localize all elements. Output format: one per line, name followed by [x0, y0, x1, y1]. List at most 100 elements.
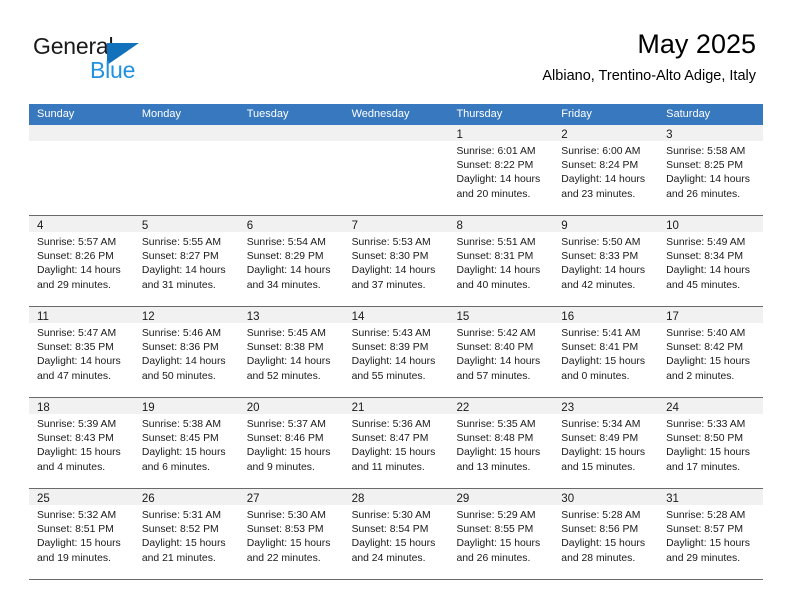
day-detail-line: Sunset: 8:40 PM	[456, 342, 534, 354]
day-detail-line: Daylight: 15 hours	[561, 447, 646, 459]
day-cell[interactable]: 23 Sunrise: 5:34 AM Sunset: 8:49 PM Dayligh…	[553, 398, 659, 488]
day-detail-line: Daylight: 14 hours	[141, 356, 226, 368]
weekday-header-thursday: Thursday	[456, 108, 503, 120]
day-number-band: 10	[658, 216, 764, 232]
day-detail-line: Sunrise: 5:46 AM	[141, 328, 221, 339]
day-cell[interactable]: 15 Sunrise: 5:42 AM Sunset: 8:40 PM Dayligh…	[448, 307, 554, 397]
day-number-band: 7	[343, 216, 449, 232]
day-number: 30	[561, 493, 575, 505]
day-details: Sunrise: 5:50 AM Sunset: 8:33 PM Daylight:…	[553, 232, 658, 293]
day-cell[interactable]: 20 Sunrise: 5:37 AM Sunset: 8:46 PM Dayligh…	[238, 398, 344, 488]
logo-text-general: General	[33, 33, 114, 59]
day-cell[interactable]: 1 Sunrise: 6:01 AM Sunset: 8:22 PM Daylight…	[448, 125, 554, 215]
day-detail-line: and 13 minutes.	[456, 461, 531, 473]
day-detail-line: Sunrise: 5:40 AM	[666, 328, 746, 339]
day-cell[interactable]: 11 Sunrise: 5:47 AM Sunset: 8:35 PM Dayligh…	[29, 307, 134, 397]
weekday-header-saturday: Saturday	[666, 108, 711, 120]
day-detail-line: Sunset: 8:31 PM	[456, 251, 534, 263]
weekday-header-friday: Friday	[561, 108, 592, 120]
day-detail-line: Sunset: 8:51 PM	[37, 524, 114, 536]
day-detail-line: Sunset: 8:33 PM	[561, 251, 639, 263]
day-number: 11	[37, 311, 49, 323]
day-cell[interactable]: 10 Sunrise: 5:49 AM Sunset: 8:34 PM Dayligh…	[658, 216, 764, 306]
day-number: 8	[456, 220, 463, 232]
day-cell[interactable]: 7 Sunrise: 5:53 AM Sunset: 8:30 PM Daylight…	[343, 216, 449, 306]
day-detail-line: and 22 minutes.	[246, 552, 321, 564]
day-cell[interactable]: 27 Sunrise: 5:30 AM Sunset: 8:53 PM Dayligh…	[238, 489, 344, 579]
day-cell[interactable]: 4 Sunrise: 5:57 AM Sunset: 8:26 PM Daylight…	[29, 216, 134, 306]
day-cell[interactable]: 3 Sunrise: 5:58 AM Sunset: 8:25 PM Daylight…	[658, 125, 764, 215]
day-detail-line: Sunset: 8:57 PM	[666, 524, 743, 536]
weekday-header-row: Sunday Monday Tuesday Wednesday Thursday Frid…	[29, 104, 763, 125]
day-detail-line: and 29 minutes.	[666, 552, 741, 564]
day-number: 12	[141, 311, 155, 323]
day-number: 1	[456, 129, 463, 141]
day-cell[interactable]: 21 Sunrise: 5:36 AM Sunset: 8:47 PM Dayligh…	[343, 398, 449, 488]
day-cell[interactable]: 30 Sunrise: 5:28 AM Sunset: 8:56 PM Dayligh…	[553, 489, 659, 579]
day-cell[interactable]: 26 Sunrise: 5:31 AM Sunset: 8:52 PM Dayligh…	[133, 489, 239, 579]
day-detail-line: and 55 minutes.	[351, 370, 426, 382]
day-cell[interactable]: 22 Sunrise: 5:35 AM Sunset: 8:48 PM Dayligh…	[448, 398, 554, 488]
day-cell[interactable]: 13 Sunrise: 5:45 AM Sunset: 8:38 PM Dayligh…	[238, 307, 344, 397]
day-details: Sunrise: 5:33 AM Sunset: 8:50 PM Daylight:…	[658, 414, 763, 475]
day-cell[interactable]: 18 Sunrise: 5:39 AM Sunset: 8:43 PM Dayligh…	[29, 398, 134, 488]
day-detail-line: Daylight: 15 hours	[561, 356, 646, 368]
day-number-band: 26	[133, 489, 239, 505]
day-cell[interactable]: 6 Sunrise: 5:54 AM Sunset: 8:29 PM Daylight…	[238, 216, 344, 306]
day-detail-line: Daylight: 15 hours	[141, 538, 226, 550]
day-details	[134, 141, 239, 145]
day-detail-line: Sunrise: 5:37 AM	[246, 419, 326, 430]
day-details	[344, 141, 449, 145]
day-number: 2	[561, 129, 568, 141]
day-number-band: 18	[29, 398, 134, 414]
day-detail-line: and 4 minutes.	[37, 461, 106, 473]
day-number-band: 5	[133, 216, 239, 232]
day-details: Sunrise: 5:57 AM Sunset: 8:26 PM Daylight:…	[29, 232, 134, 293]
day-detail-line: and 24 minutes.	[351, 552, 426, 564]
day-detail-line: Daylight: 15 hours	[666, 538, 750, 550]
day-cell[interactable]: 8 Sunrise: 5:51 AM Sunset: 8:31 PM Daylight…	[448, 216, 554, 306]
day-cell[interactable]: 25 Sunrise: 5:32 AM Sunset: 8:51 PM Dayligh…	[29, 489, 134, 579]
generalblue-logo[interactable]: General Blue	[33, 33, 163, 83]
day-detail-line: Sunrise: 5:55 AM	[141, 237, 221, 248]
day-cell[interactable]: 17 Sunrise: 5:40 AM Sunset: 8:42 PM Dayligh…	[658, 307, 764, 397]
day-detail-line: Sunset: 8:25 PM	[666, 160, 743, 172]
day-cell[interactable]: 31 Sunrise: 5:28 AM Sunset: 8:57 PM Dayligh…	[658, 489, 764, 579]
day-detail-line: Daylight: 15 hours	[561, 538, 646, 550]
day-number: 17	[666, 311, 679, 323]
day-detail-line: Sunrise: 5:34 AM	[561, 419, 641, 430]
day-number-band: 30	[553, 489, 659, 505]
day-details: Sunrise: 5:53 AM Sunset: 8:30 PM Daylight:…	[344, 232, 449, 293]
day-number: 28	[351, 493, 365, 505]
day-number-band: 14	[343, 307, 449, 323]
day-cell-empty	[133, 125, 239, 215]
day-detail-line: and 19 minutes.	[37, 552, 111, 564]
day-cell[interactable]: 5 Sunrise: 5:55 AM Sunset: 8:27 PM Daylight…	[133, 216, 239, 306]
day-number: 15	[456, 311, 470, 323]
day-cell[interactable]: 2 Sunrise: 6:00 AM Sunset: 8:24 PM Daylight…	[553, 125, 659, 215]
day-detail-line: Daylight: 14 hours	[37, 356, 121, 368]
day-detail-line: and 9 minutes.	[246, 461, 315, 473]
day-cell[interactable]: 29 Sunrise: 5:29 AM Sunset: 8:55 PM Dayligh…	[448, 489, 554, 579]
day-cell[interactable]: 19 Sunrise: 5:38 AM Sunset: 8:45 PM Dayligh…	[133, 398, 239, 488]
day-cell[interactable]: 14 Sunrise: 5:43 AM Sunset: 8:39 PM Dayligh…	[343, 307, 449, 397]
day-details: Sunrise: 5:42 AM Sunset: 8:40 PM Daylight:…	[448, 323, 553, 384]
day-cell[interactable]: 16 Sunrise: 5:41 AM Sunset: 8:41 PM Dayligh…	[553, 307, 659, 397]
day-cell[interactable]: 9 Sunrise: 5:50 AM Sunset: 8:33 PM Daylight…	[553, 216, 659, 306]
day-detail-line: and 40 minutes.	[456, 279, 531, 291]
day-detail-line: Daylight: 14 hours	[351, 356, 436, 368]
day-detail-line: Sunrise: 5:42 AM	[456, 328, 536, 339]
day-number-band: 22	[448, 398, 554, 414]
day-cell[interactable]: 28 Sunrise: 5:30 AM Sunset: 8:54 PM Dayligh…	[343, 489, 449, 579]
day-detail-line: Daylight: 14 hours	[666, 265, 750, 277]
day-details: Sunrise: 5:28 AM Sunset: 8:57 PM Daylight:…	[658, 505, 763, 566]
day-details: Sunrise: 5:49 AM Sunset: 8:34 PM Daylight:…	[658, 232, 763, 293]
day-cell[interactable]: 12 Sunrise: 5:46 AM Sunset: 8:36 PM Dayligh…	[133, 307, 239, 397]
day-detail-line: and 50 minutes.	[141, 370, 216, 382]
day-details: Sunrise: 5:31 AM Sunset: 8:52 PM Daylight:…	[134, 505, 239, 566]
day-detail-line: Sunset: 8:56 PM	[561, 524, 639, 536]
day-detail-line: and 45 minutes.	[666, 279, 741, 291]
page-subtitle: Albiano, Trentino-Alto Adige, Italy	[542, 68, 756, 84]
day-detail-line: Sunrise: 5:29 AM	[456, 510, 536, 521]
day-cell[interactable]: 24 Sunrise: 5:33 AM Sunset: 8:50 PM Dayligh…	[658, 398, 764, 488]
